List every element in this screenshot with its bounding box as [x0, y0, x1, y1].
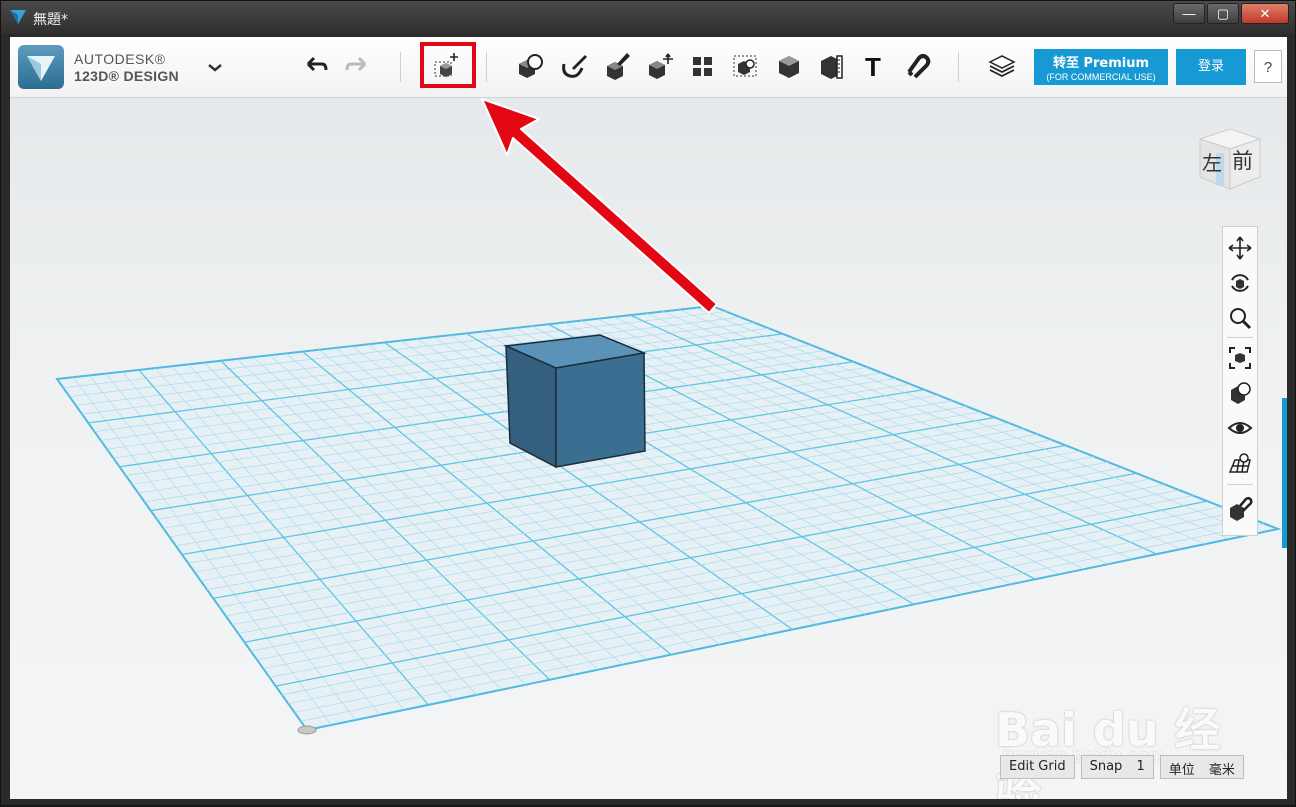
sketch-button[interactable] [558, 50, 590, 82]
pattern-button[interactable] [687, 50, 719, 82]
maximize-button[interactable]: ▢ [1207, 3, 1239, 24]
primitives-button[interactable] [514, 50, 546, 82]
brand-company: AUTODESK® [74, 51, 166, 67]
undo-arrow-icon [306, 56, 328, 72]
grid-toggle-button[interactable] [1227, 450, 1253, 476]
toolbar-separator [958, 52, 959, 82]
orbit-button[interactable] [1227, 270, 1253, 296]
fit-view-icon [1229, 347, 1251, 369]
nav-separator [1227, 484, 1253, 485]
modify-icon [649, 53, 673, 79]
123d-logo-icon [18, 45, 64, 89]
toolbar-separator [486, 52, 487, 82]
modify-button[interactable] [644, 50, 676, 82]
window-controls: — ▢ ✕ [1171, 3, 1289, 25]
view-cube[interactable]: 左 前 [1196, 123, 1264, 191]
view-materials-button[interactable] [1227, 380, 1253, 406]
fit-button[interactable] [1227, 345, 1253, 371]
measure-button[interactable] [815, 50, 847, 82]
combine-icon [779, 56, 799, 78]
pan-button[interactable] [1227, 235, 1253, 261]
sketch-icon [562, 55, 587, 78]
undo-button[interactable] [300, 50, 332, 82]
nav-separator [1227, 337, 1253, 338]
status-bar: Edit Grid Snap 1 单位 毫米 [1000, 755, 1250, 779]
group-button[interactable] [729, 50, 761, 82]
login-button[interactable]: 登录 [1176, 49, 1246, 85]
go-premium-button[interactable]: 转至 Premium (FOR COMMERCIAL USE) [1034, 49, 1168, 85]
3d-viewport[interactable]: 左 前 Bai du 经验 Edit Grid Snap 1 单位 毫米 [10, 98, 1287, 799]
magnifier-icon [1230, 308, 1252, 330]
snap-view-button[interactable] [1227, 495, 1253, 521]
text-button[interactable]: T [857, 50, 889, 82]
app-area: AUTODESK® 123D® DESIGN T 转至 Premium (FOR… [10, 37, 1287, 799]
construct-icon [607, 53, 630, 80]
unit-label: 单位 [1168, 763, 1195, 778]
unit-value: 毫米 [1208, 763, 1235, 778]
text-tool-glyph: T [865, 52, 881, 82]
eye-icon [1227, 422, 1253, 434]
redo-button[interactable] [341, 50, 373, 82]
primitives-icon [519, 54, 543, 78]
premium-label: 转至 Premium [1052, 56, 1150, 71]
orbit-icon [1231, 274, 1249, 292]
snap-button[interactable] [901, 50, 933, 82]
pattern-icon [693, 57, 712, 76]
snap-value: 1 [1136, 759, 1145, 774]
zoom-button[interactable] [1227, 305, 1253, 331]
solid-view-icon [1231, 382, 1251, 404]
title-bar[interactable]: 無題* — ▢ ✕ [1, 1, 1295, 34]
highlight-box [420, 42, 476, 88]
viewcube-front-face[interactable]: 前 [1232, 145, 1253, 175]
pan-arrows-icon [1228, 236, 1252, 260]
premium-sublabel: (FOR COMMERCIAL USE) [1046, 72, 1156, 82]
snap-control[interactable]: Snap 1 [1080, 755, 1154, 779]
toolbar-separator [400, 52, 401, 82]
snap-label: Snap [1089, 759, 1123, 774]
measure-icon [821, 55, 843, 79]
main-toolbar: AUTODESK® 123D® DESIGN T 转至 Premium (FOR… [10, 37, 1287, 98]
visibility-button[interactable] [1227, 415, 1253, 441]
unit-control[interactable]: 单位 毫米 [1159, 755, 1244, 779]
text-t-icon: T [865, 52, 881, 82]
viewcube-left-face[interactable]: 左 [1202, 147, 1222, 176]
side-panel-tab[interactable] [1282, 398, 1287, 548]
redo-arrow-icon [345, 56, 367, 72]
materials-button[interactable] [986, 50, 1018, 82]
layers-icon [988, 55, 1016, 78]
brand-product: 123D® DESIGN [74, 68, 179, 84]
edit-grid-button[interactable]: Edit Grid [1000, 755, 1075, 779]
combine-button[interactable] [773, 50, 805, 82]
help-button[interactable]: ? [1254, 50, 1282, 83]
app-logo-icon [10, 10, 26, 24]
grid-view-icon [1228, 453, 1251, 473]
chevron-down-icon [208, 64, 222, 72]
close-button[interactable]: ✕ [1241, 3, 1289, 24]
magnet-icon [907, 54, 931, 79]
magnet-cube-icon [1230, 496, 1253, 521]
minimize-button[interactable]: — [1173, 3, 1205, 24]
main-menu-chevron[interactable] [203, 57, 227, 77]
group-icon [733, 55, 757, 77]
window-title: 無題* [33, 12, 68, 28]
construct-button[interactable] [601, 50, 633, 82]
navigation-bar [1222, 226, 1258, 536]
app-window: 無題* — ▢ ✕ AUTODESK® 123D® DESIGN T 转至 Pr… [0, 0, 1296, 806]
